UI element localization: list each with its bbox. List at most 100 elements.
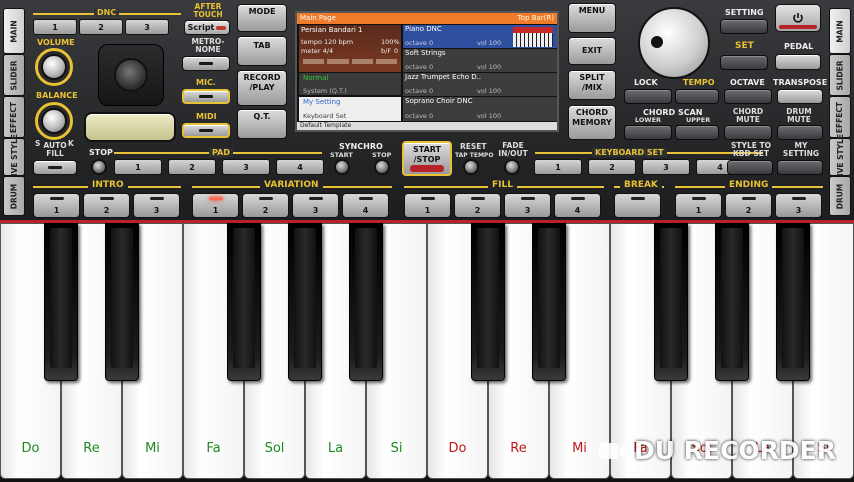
- pad-button-1[interactable]: 1: [114, 159, 162, 175]
- left-tab-effect[interactable]: EFFECT: [3, 96, 25, 138]
- variation-button-2[interactable]: 2: [242, 193, 289, 218]
- black-key[interactable]: [471, 223, 505, 381]
- fill-button-4[interactable]: 4: [554, 193, 601, 218]
- qt-button[interactable]: Q.T.: [237, 109, 287, 139]
- variation-1-led: [209, 197, 223, 200]
- black-key[interactable]: [288, 223, 322, 381]
- break-button[interactable]: [614, 193, 661, 218]
- white-key-note-label: Mi: [145, 441, 160, 456]
- black-key[interactable]: [532, 223, 566, 381]
- black-key[interactable]: [105, 223, 139, 381]
- user-blank-button[interactable]: [84, 112, 176, 142]
- tab-button[interactable]: TAB: [237, 36, 287, 66]
- kbd-set-button-3[interactable]: 3: [642, 159, 690, 175]
- fill-button-2[interactable]: 2: [454, 193, 501, 218]
- black-key[interactable]: [654, 223, 688, 381]
- lock-button[interactable]: [624, 89, 672, 104]
- chord-memory-label: CHORD MEMORY: [572, 108, 612, 127]
- transpose-button[interactable]: [777, 89, 823, 104]
- chord-memory-button[interactable]: CHORD MEMORY: [568, 105, 616, 140]
- auto-fill-led: [48, 166, 62, 169]
- black-key[interactable]: [44, 223, 78, 381]
- set-button[interactable]: [720, 55, 768, 70]
- left-tab-live-style[interactable]: LIVE STYLE: [3, 134, 25, 180]
- exit-button[interactable]: EXIT: [568, 37, 616, 65]
- variation-2-label: 2: [262, 206, 269, 215]
- script-indicator-icon: [216, 25, 227, 30]
- setting-button[interactable]: [720, 19, 768, 34]
- mode-button[interactable]: MODE: [237, 4, 287, 32]
- beat-cell: [375, 59, 397, 64]
- variation-button-4[interactable]: 4: [342, 193, 389, 218]
- dnc-button-3[interactable]: 3: [125, 19, 169, 35]
- pitch-joystick-knob[interactable]: [114, 58, 148, 92]
- ending-button-1[interactable]: 1: [675, 193, 722, 218]
- balance-knob[interactable]: [41, 108, 67, 134]
- black-key[interactable]: [349, 223, 383, 381]
- qt-label: Q.T.: [253, 112, 271, 121]
- chord-mute-button[interactable]: [724, 125, 772, 140]
- split-mix-button[interactable]: SPLIT /MIX: [568, 70, 616, 100]
- synchro-start-button[interactable]: [334, 159, 350, 175]
- octave-button[interactable]: [724, 89, 772, 104]
- metronome-button[interactable]: [182, 56, 230, 71]
- drum-mute-button[interactable]: [777, 125, 823, 140]
- volume-knob[interactable]: [41, 54, 67, 80]
- kbd-set-button-1[interactable]: 1: [534, 159, 582, 175]
- right-tab-main[interactable]: MAIN: [829, 8, 851, 54]
- black-key[interactable]: [715, 223, 749, 381]
- reset-button[interactable]: [463, 159, 479, 175]
- ending-button-3[interactable]: 3: [775, 193, 822, 218]
- left-tab-drum-label: DRUM: [9, 183, 19, 209]
- tempo-button[interactable]: [675, 89, 719, 104]
- dnc-button-1[interactable]: 1: [33, 19, 77, 35]
- auto-fill-button[interactable]: [33, 160, 77, 175]
- script-button[interactable]: Script: [184, 20, 230, 35]
- dnc-button-2[interactable]: 2: [79, 19, 123, 35]
- chord-scan-lower-button[interactable]: [624, 125, 672, 140]
- pad-button-2[interactable]: 2: [168, 159, 216, 175]
- pedal-button[interactable]: [775, 54, 821, 70]
- black-key[interactable]: [227, 223, 261, 381]
- record-play-button[interactable]: RECORD /PLAY: [237, 70, 287, 106]
- fade-button[interactable]: [504, 159, 520, 175]
- fill-4-label: 4: [574, 206, 581, 215]
- intro-button-2[interactable]: 2: [83, 193, 130, 218]
- pad-button-3[interactable]: 3: [222, 159, 270, 175]
- variation-button-3[interactable]: 3: [292, 193, 339, 218]
- right-tab-slider[interactable]: SLIDER: [829, 54, 851, 96]
- right-tab-live-style[interactable]: LIVE STYLE: [829, 134, 851, 180]
- intro-button-3[interactable]: 3: [133, 193, 180, 218]
- left-tab-slider[interactable]: SLIDER: [3, 54, 25, 96]
- right-tab-effect[interactable]: EFFECT: [829, 96, 851, 138]
- right-tab-drum[interactable]: DRUM: [829, 176, 851, 216]
- pad-button-4[interactable]: 4: [276, 159, 324, 175]
- left-tab-main[interactable]: MAIN: [3, 8, 25, 54]
- synchro-label: SYNCHRO: [339, 142, 383, 151]
- mic-label: MIC.: [196, 78, 216, 87]
- variation-button-1[interactable]: 1: [192, 193, 239, 218]
- control-panel: MAIN SLIDER EFFECT LIVE STYLE DRUM MAIN …: [0, 0, 854, 222]
- record-play-label: RECORD /PLAY: [243, 73, 281, 92]
- fill-button-1[interactable]: 1: [404, 193, 451, 218]
- ending-2-label: 2: [745, 206, 752, 215]
- kbd-set-button-2[interactable]: 2: [588, 159, 636, 175]
- intro-button-1[interactable]: 1: [33, 193, 80, 218]
- chord-scan-upper-button[interactable]: [675, 125, 719, 140]
- data-dial[interactable]: [638, 7, 710, 79]
- my-setting-button[interactable]: [777, 160, 823, 175]
- black-key[interactable]: [776, 223, 810, 381]
- main-display: Main Page Top Bar(R) Persian Bandari 1 te…: [295, 11, 559, 132]
- midi-button[interactable]: [182, 123, 230, 138]
- ending-button-2[interactable]: 2: [725, 193, 772, 218]
- left-tab-drum[interactable]: DRUM: [3, 176, 25, 216]
- stop-button[interactable]: [91, 159, 107, 175]
- beat-cell: [303, 59, 325, 64]
- synchro-stop-button[interactable]: [374, 159, 390, 175]
- display-keyboard-set: Keyboard Set: [303, 112, 347, 120]
- ending-1-led: [692, 197, 706, 200]
- menu-button[interactable]: MENU: [568, 3, 616, 33]
- fill-button-3[interactable]: 3: [504, 193, 551, 218]
- mic-button[interactable]: [182, 89, 230, 104]
- style-to-kbd-button[interactable]: [727, 160, 773, 175]
